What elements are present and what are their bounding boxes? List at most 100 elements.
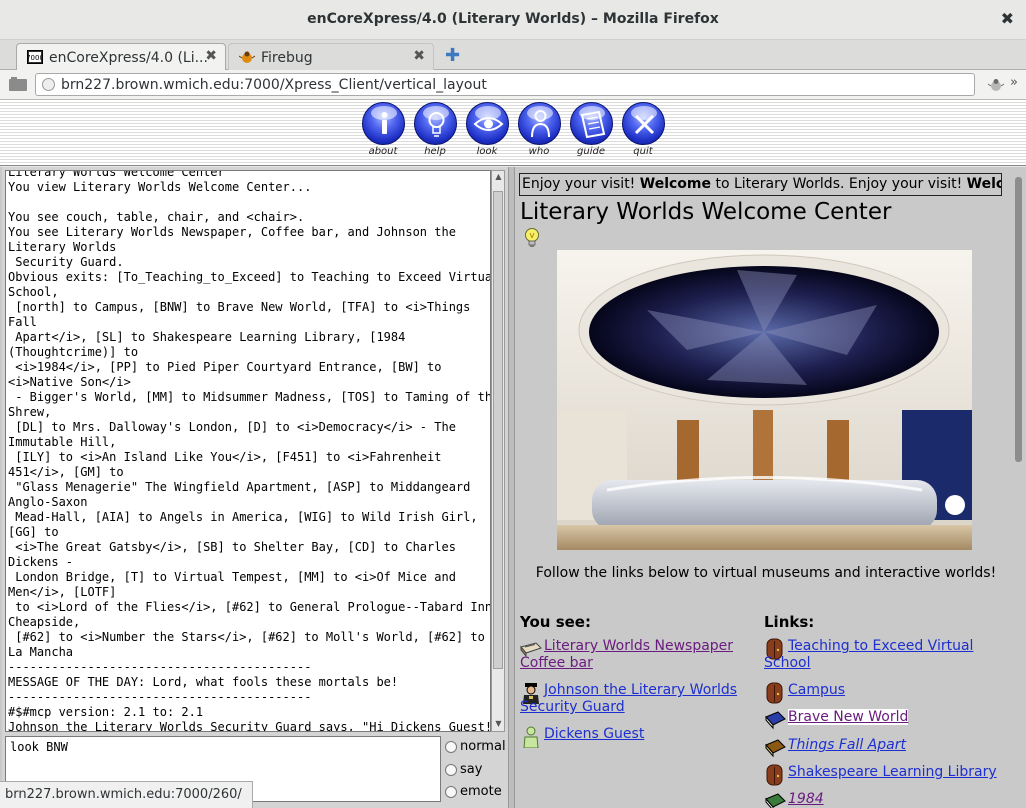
book-icon bbox=[580, 110, 606, 139]
radio-label: say bbox=[460, 762, 483, 777]
tab-label: enCoreXpress/4.0 (Li... bbox=[49, 50, 208, 66]
tab-bar: 7000 enCoreXpress/4.0 (Li... ✖ Firebug ✖ bbox=[0, 40, 1026, 71]
console-line: [ILY] to <i>An Island Like You</i>, [F45… bbox=[8, 450, 442, 464]
console-lines: Literary Worlds Welcome Center You view L… bbox=[8, 170, 491, 732]
guide-button[interactable]: guide bbox=[568, 102, 614, 162]
you-see-link[interactable]: Literary Worlds Newspaper Coffee bar bbox=[520, 638, 750, 672]
tab-encorexpress[interactable]: 7000 enCoreXpress/4.0 (Li... ✖ bbox=[16, 43, 226, 71]
scrollbar-thumb[interactable] bbox=[493, 191, 503, 669]
about-button[interactable]: about bbox=[360, 102, 406, 162]
marquee-text: Enjoy your visit! Welcome to Literary Wo… bbox=[522, 176, 1001, 192]
window-title: enCoreXpress/4.0 (Literary Worlds) – Moz… bbox=[307, 11, 719, 27]
you-see-item-dickens-guest[interactable]: Dickens Guest bbox=[520, 726, 750, 748]
room-title: Literary Worlds Welcome Center bbox=[520, 199, 892, 225]
console-line: Johnson the Literary Worlds Security Gua… bbox=[8, 720, 491, 732]
you-see-link[interactable]: Johnson the Literary Worlds Security Gua… bbox=[520, 682, 750, 716]
console-line: London Bridge, [T] to Virtual Tempest, [… bbox=[8, 570, 456, 584]
console-line: (Thoughtcrime)] to bbox=[8, 345, 139, 359]
link-item-1984[interactable]: 1984 bbox=[764, 791, 1004, 808]
who-label: who bbox=[528, 146, 550, 157]
info-icon bbox=[381, 112, 388, 134]
console-line: Literary Worlds bbox=[8, 240, 117, 254]
look-button[interactable]: look bbox=[464, 102, 510, 162]
links-link[interactable]: Campus bbox=[764, 682, 845, 699]
help-button[interactable]: help bbox=[412, 102, 458, 162]
link-item-brave-new-world[interactable]: Brave New World bbox=[764, 709, 1004, 731]
console-line: Immutable Hill, bbox=[8, 435, 117, 449]
console-line: <i>The Great Gatsby</i>, [SB] to Shelter… bbox=[8, 540, 456, 554]
console-line: Literary Worlds Welcome Center bbox=[8, 170, 225, 179]
scroll-down-icon[interactable]: ▼ bbox=[494, 720, 503, 728]
console-output[interactable]: Literary Worlds Welcome Center You view L… bbox=[5, 170, 491, 732]
console-scrollbar[interactable]: ▲ ▼ bbox=[491, 170, 505, 732]
scrollbar-thumb[interactable] bbox=[1015, 177, 1022, 462]
console-line: La Mancha bbox=[8, 645, 74, 659]
console-line: [north] to Campus, [BNW] to Brave New Wo… bbox=[8, 300, 471, 314]
console-line: <i>1984</i>, [PP] to Pied Piper Courtyar… bbox=[8, 360, 442, 374]
close-x-icon bbox=[634, 114, 655, 135]
new-tab-button[interactable]: ✚ bbox=[445, 45, 460, 66]
links-link[interactable]: Brave New World bbox=[764, 709, 909, 726]
person-icon bbox=[531, 110, 550, 138]
help-bulb-icon bbox=[428, 112, 445, 137]
window-title-bar: enCoreXpress/4.0 (Literary Worlds) – Moz… bbox=[0, 0, 1026, 40]
radio-icon[interactable] bbox=[445, 786, 457, 798]
radio-icon[interactable] bbox=[445, 741, 457, 753]
console-line: [DL] to Mrs. Dalloway's London, [D] to <… bbox=[8, 420, 456, 434]
room-caption: Follow the links below to virtual museum… bbox=[535, 565, 997, 581]
links-link[interactable]: 1984 bbox=[764, 791, 824, 808]
you-see-link[interactable]: Dickens Guest bbox=[520, 726, 644, 743]
who-button[interactable]: who bbox=[516, 102, 562, 162]
pane-splitter[interactable] bbox=[508, 167, 515, 808]
you-see-item-security-guard[interactable]: Johnson the Literary Worlds Security Gua… bbox=[520, 682, 750, 718]
you-see-item-newspaper[interactable]: Literary Worlds Newspaper Coffee bar bbox=[520, 638, 750, 674]
links-link[interactable]: Things Fall Apart bbox=[764, 737, 906, 754]
window-close-button[interactable]: ✖ bbox=[1001, 9, 1014, 28]
tab-firebug[interactable]: Firebug ✖ bbox=[228, 43, 434, 71]
console-line: #$#mcp version: 2.1 to: 2.1 bbox=[8, 705, 204, 719]
globe-icon bbox=[42, 78, 55, 91]
firebug-icon bbox=[239, 51, 255, 63]
lobby-photo bbox=[557, 250, 972, 550]
link-item-things-fall-apart[interactable]: Things Fall Apart bbox=[764, 737, 1004, 759]
text-pane: Literary Worlds Welcome Center You view L… bbox=[2, 167, 508, 808]
sidebar-toggle-icon[interactable] bbox=[8, 76, 28, 92]
console-line: You see couch, table, chair, and <chair>… bbox=[8, 210, 305, 224]
radio-label: normal bbox=[460, 739, 506, 754]
room-view-scrollbar[interactable] bbox=[1012, 167, 1026, 808]
overflow-menu-icon[interactable]: » bbox=[1010, 75, 1018, 90]
command-value[interactable]: look BNW bbox=[10, 740, 68, 754]
link-item-shakespeare-library[interactable]: Shakespeare Learning Library bbox=[764, 764, 1004, 786]
firebug-toolbar-icon[interactable] bbox=[988, 77, 1004, 93]
console-line: to <i>Lord of the Flies</i>, [#62] to Ge… bbox=[8, 600, 491, 614]
console-line: MESSAGE OF THE DAY: Lord, what fools the… bbox=[8, 675, 399, 689]
tab-label: Firebug bbox=[261, 50, 313, 66]
link-item-teaching-to-exceed[interactable]: Teaching to Exceed Virtual School bbox=[764, 638, 1004, 674]
console-line: ----------------------------------------… bbox=[8, 660, 312, 674]
console-line: Men</i>, [LOTF] bbox=[8, 585, 117, 599]
quit-button[interactable]: quit bbox=[620, 102, 666, 162]
tab-close-icon[interactable]: ✖ bbox=[413, 48, 425, 64]
console-line: [GG] to bbox=[8, 525, 59, 539]
scroll-up-icon[interactable]: ▲ bbox=[494, 173, 503, 181]
links-heading: Links: bbox=[764, 613, 815, 631]
browser-window: enCoreXpress/4.0 (Literary Worlds) – Moz… bbox=[0, 0, 1026, 808]
eye-icon bbox=[473, 117, 504, 131]
links-link[interactable]: Shakespeare Learning Library bbox=[764, 764, 997, 781]
console-line: Dickens - bbox=[8, 555, 74, 569]
you-see-heading: You see: bbox=[520, 613, 591, 631]
radio-icon[interactable] bbox=[445, 764, 457, 776]
console-line: ----------------------------------------… bbox=[8, 690, 312, 704]
tab-close-icon[interactable]: ✖ bbox=[205, 48, 217, 64]
encore-favicon-icon: 7000 bbox=[27, 50, 43, 64]
link-item-campus[interactable]: Campus bbox=[764, 682, 1004, 704]
url-text[interactable]: brn227.brown.wmich.edu:7000/Xpress_Clien… bbox=[61, 77, 487, 93]
encore-toolbar: about help look who guide quit bbox=[0, 100, 1026, 166]
console-line: - Bigger's World, [MM] to Midsummer Madn… bbox=[8, 390, 491, 404]
lightbulb-icon[interactable] bbox=[523, 227, 541, 249]
console-line: 451</i>, [GM] to bbox=[8, 465, 124, 479]
links-link[interactable]: Teaching to Exceed Virtual School bbox=[764, 638, 1004, 672]
url-bar[interactable]: brn227.brown.wmich.edu:7000/Xpress_Clien… bbox=[35, 73, 975, 96]
console-line: Security Guard. bbox=[8, 255, 124, 269]
